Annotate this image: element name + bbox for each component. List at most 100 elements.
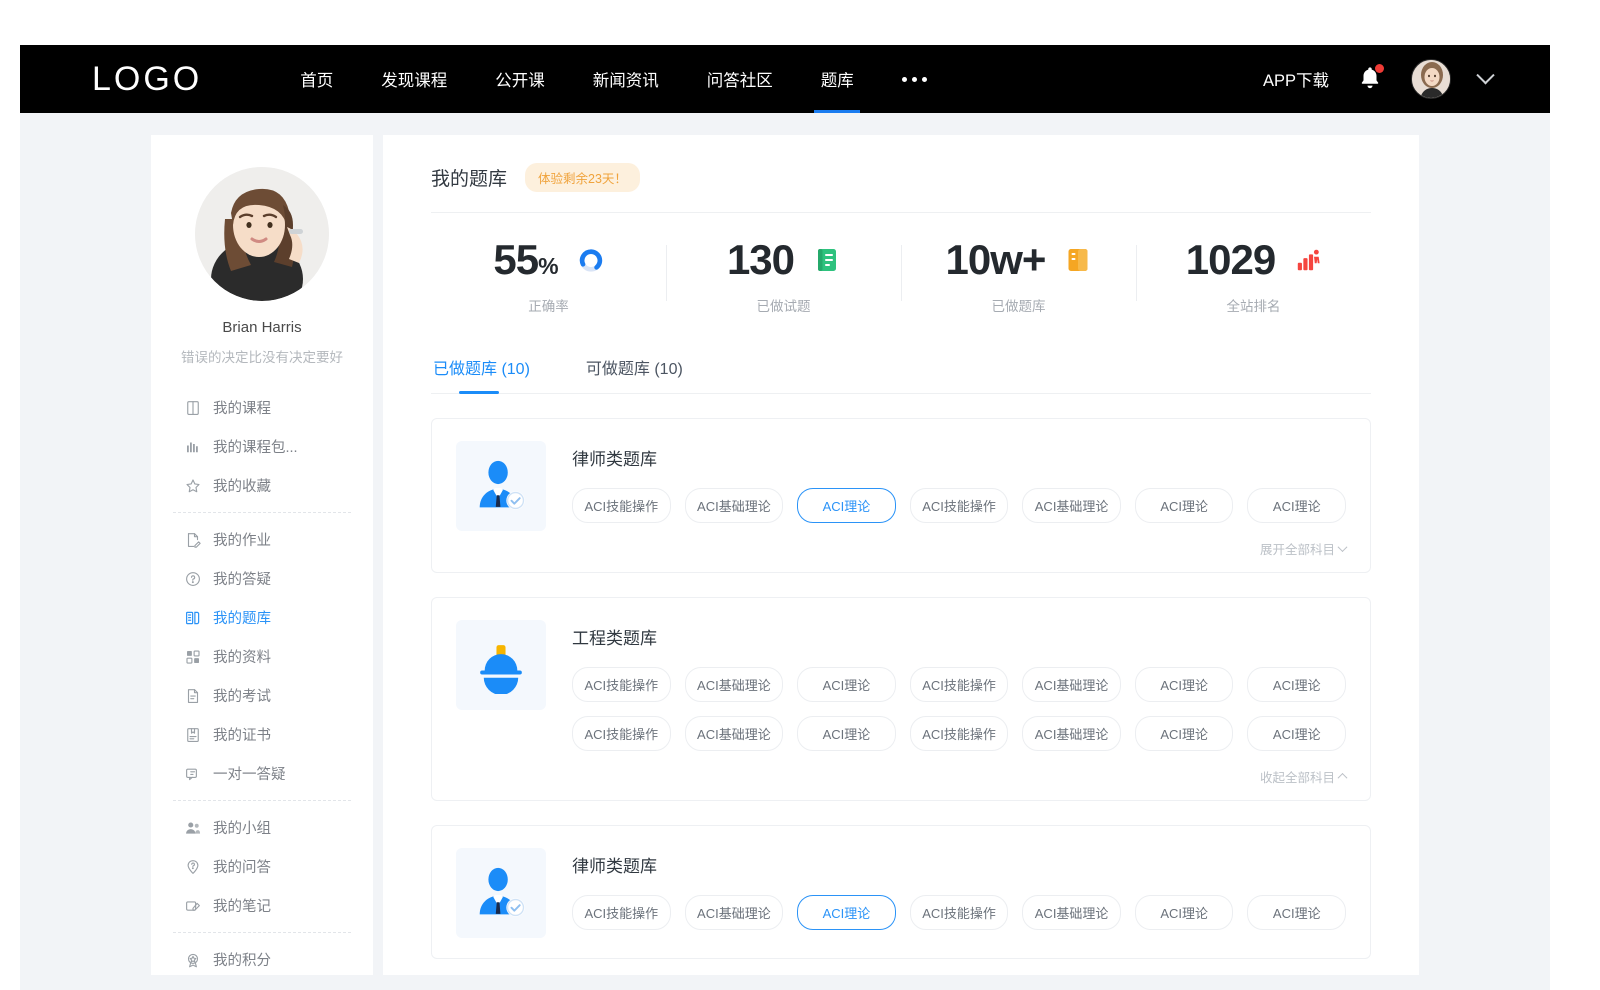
nav-item-6[interactable]: 题库 [797,45,878,113]
sidebar-item-question-circle[interactable]: 我的答疑 [151,559,373,598]
subject-tag[interactable]: ACI技能操作 [910,895,1009,930]
question-circle-icon [184,570,202,588]
sidebar-item-grid-files[interactable]: 我的资料 [151,637,373,676]
sidebar-item-edit-doc[interactable]: 我的作业 [151,520,373,559]
orange-book-icon [1065,247,1091,273]
subject-tag[interactable]: ACI理论 [797,716,896,751]
app-root: LOGO 首页发现课程公开课新闻资讯问答社区题库 APP下载 [0,0,1600,990]
subject-tag[interactable]: ACI理论 [797,667,896,702]
question-bank-card: 律师类题库ACI技能操作ACI基础理论ACI理论ACI技能操作ACI基础理论AC… [431,825,1371,959]
stat-value: 130 [727,239,794,281]
account-chevron-down-icon[interactable] [1476,66,1494,84]
stat-number: 55 [493,236,538,283]
question-bank-card: 工程类题库 ACI技能操作 ACI基础理论 ACI理论 ACI技能操作 ACI基础理论 AC… [431,597,1371,801]
sidebar-item-label: 我的题库 [213,607,271,628]
main-nav-list: 首页发现课程公开课新闻资讯问答社区题库 [276,45,878,113]
page-title: 我的题库 [431,164,507,191]
toggle-subjects-link[interactable]: 展开全部科目 [1260,539,1346,558]
card-title: 工程类题库 [572,624,1346,649]
subject-tag[interactable]: ACI理论 [1135,488,1234,523]
sidebar-panel: Brian Harris 错误的决定比没有决定要好 我的课程我的课程包...我的… [151,135,373,975]
subject-tag[interactable]: ACI理论 [1135,716,1234,751]
nav-item-3[interactable]: 公开课 [471,45,569,113]
sidebar-item-medal[interactable]: 我的积分 [151,940,373,975]
card-title: 律师类题库 [572,445,1346,470]
subject-tag[interactable]: ACI基础理论 [1022,716,1121,751]
nav-item-1[interactable]: 首页 [276,45,357,113]
subject-tag[interactable]: ACI基础理论 [1022,667,1121,702]
sidebar-item-label: 我的答疑 [213,568,271,589]
subject-tag[interactable]: ACI技能操作 [572,667,671,702]
note-pen-icon [184,897,202,915]
sidebar-divider [173,932,351,933]
notification-bell-icon[interactable] [1357,64,1383,94]
sidebar-item-star[interactable]: 我的收藏 [151,466,373,505]
subject-tag[interactable]: ACI理论 [1247,667,1346,702]
subject-tag[interactable]: ACI基础理论 [685,488,784,523]
subject-tag[interactable]: ACI基础理论 [1022,488,1121,523]
sidebar-item-note-pen[interactable]: 我的笔记 [151,886,373,925]
subject-tag[interactable]: ACI基础理论 [685,895,784,930]
subject-tag[interactable]: ACI理论 [1135,895,1234,930]
subject-tag[interactable]: ACI理论 [797,488,896,523]
question-bank-card-list: 律师类题库 ACI技能操作 ACI基础理论 ACI理论 ACI技能操作 ACI基础理论 AC… [431,418,1371,959]
lawyer-avatar-icon [456,848,546,938]
site-logo[interactable]: LOGO [92,60,202,99]
sidebar-item-label: 我的证书 [213,724,271,745]
subject-tag[interactable]: ACI基础理论 [685,716,784,751]
subject-tag[interactable]: ACI理论 [1135,667,1234,702]
subject-tag[interactable]: ACI技能操作 [572,716,671,751]
toggle-subjects-link[interactable]: 收起全部科目 [1260,767,1346,786]
medal-icon [184,951,202,969]
subject-tag[interactable]: ACI理论 [1247,716,1346,751]
sidebar-item-certificate[interactable]: 我的证书 [151,715,373,754]
subject-tag[interactable]: ACI理论 [1247,895,1346,930]
more-menu-ellipsis-icon[interactable] [878,45,951,113]
sidebar-item-book[interactable]: 我的课程 [151,388,373,427]
tab-1[interactable]: 已做题库 (10) [431,351,532,393]
toggle-subjects-label: 展开全部科目 [1260,539,1335,558]
help-pin-icon [184,858,202,876]
sidebar-item-label: 我的笔记 [213,895,271,916]
subject-tag[interactable]: ACI理论 [797,895,896,930]
nav-item-5[interactable]: 问答社区 [683,45,797,113]
tab-2[interactable]: 可做题库 (10) [584,351,685,393]
nav-right-group: APP下载 [1263,59,1492,99]
sidebar-item-people[interactable]: 我的小组 [151,808,373,847]
main-panel: 我的题库 体验剩余23天！ 55% 正确率130 已做试题10w+ 已做题库10… [383,135,1419,975]
card-body: 工程类题库 ACI技能操作 ACI基础理论 ACI理论 ACI技能操作 ACI基础理论 AC… [572,620,1346,786]
stat-unit: % [538,253,557,279]
donut-chart-icon [578,247,604,273]
subject-tag[interactable]: ACI技能操作 [572,488,671,523]
sidebar-item-label: 一对一答疑 [213,763,286,784]
sidebar-item-label: 我的资料 [213,646,271,667]
sidebar-item-bar-chart[interactable]: 我的课程包... [151,427,373,466]
chevron-down-icon [1338,542,1348,552]
subject-tag[interactable]: ACI技能操作 [910,716,1009,751]
hard-hat-icon [456,620,546,710]
sidebar-item-help-pin[interactable]: 我的问答 [151,847,373,886]
subject-tag[interactable]: ACI基础理论 [1022,895,1121,930]
star-icon [184,477,202,495]
top-navigation-bar: LOGO 首页发现课程公开课新闻资讯问答社区题库 APP下载 [20,45,1550,113]
green-book-icon [814,247,840,273]
people-icon [184,819,202,837]
subject-tag[interactable]: ACI基础理论 [685,667,784,702]
avatar[interactable] [1411,59,1451,99]
profile-block: Brian Harris 错误的决定比没有决定要好 [151,135,373,366]
subject-tag[interactable]: ACI技能操作 [910,667,1009,702]
nav-item-2[interactable]: 发现课程 [357,45,471,113]
bar-chart-icon [184,438,202,456]
sidebar-item-chat-bubble[interactable]: 一对一答疑 [151,754,373,793]
subject-tag[interactable]: ACI理论 [1247,488,1346,523]
stat-value: 1029 [1186,239,1275,281]
sidebar-item-exam-paper[interactable]: 我的考试 [151,676,373,715]
sidebar-item-question-bank[interactable]: 我的题库 [151,598,373,637]
grid-files-icon [184,648,202,666]
app-download-link[interactable]: APP下载 [1263,67,1329,91]
nav-item-4[interactable]: 新闻资讯 [569,45,683,113]
certificate-icon [184,726,202,744]
subject-tag[interactable]: ACI技能操作 [572,895,671,930]
profile-motto: 错误的决定比没有决定要好 [151,346,373,366]
subject-tag[interactable]: ACI技能操作 [910,488,1009,523]
